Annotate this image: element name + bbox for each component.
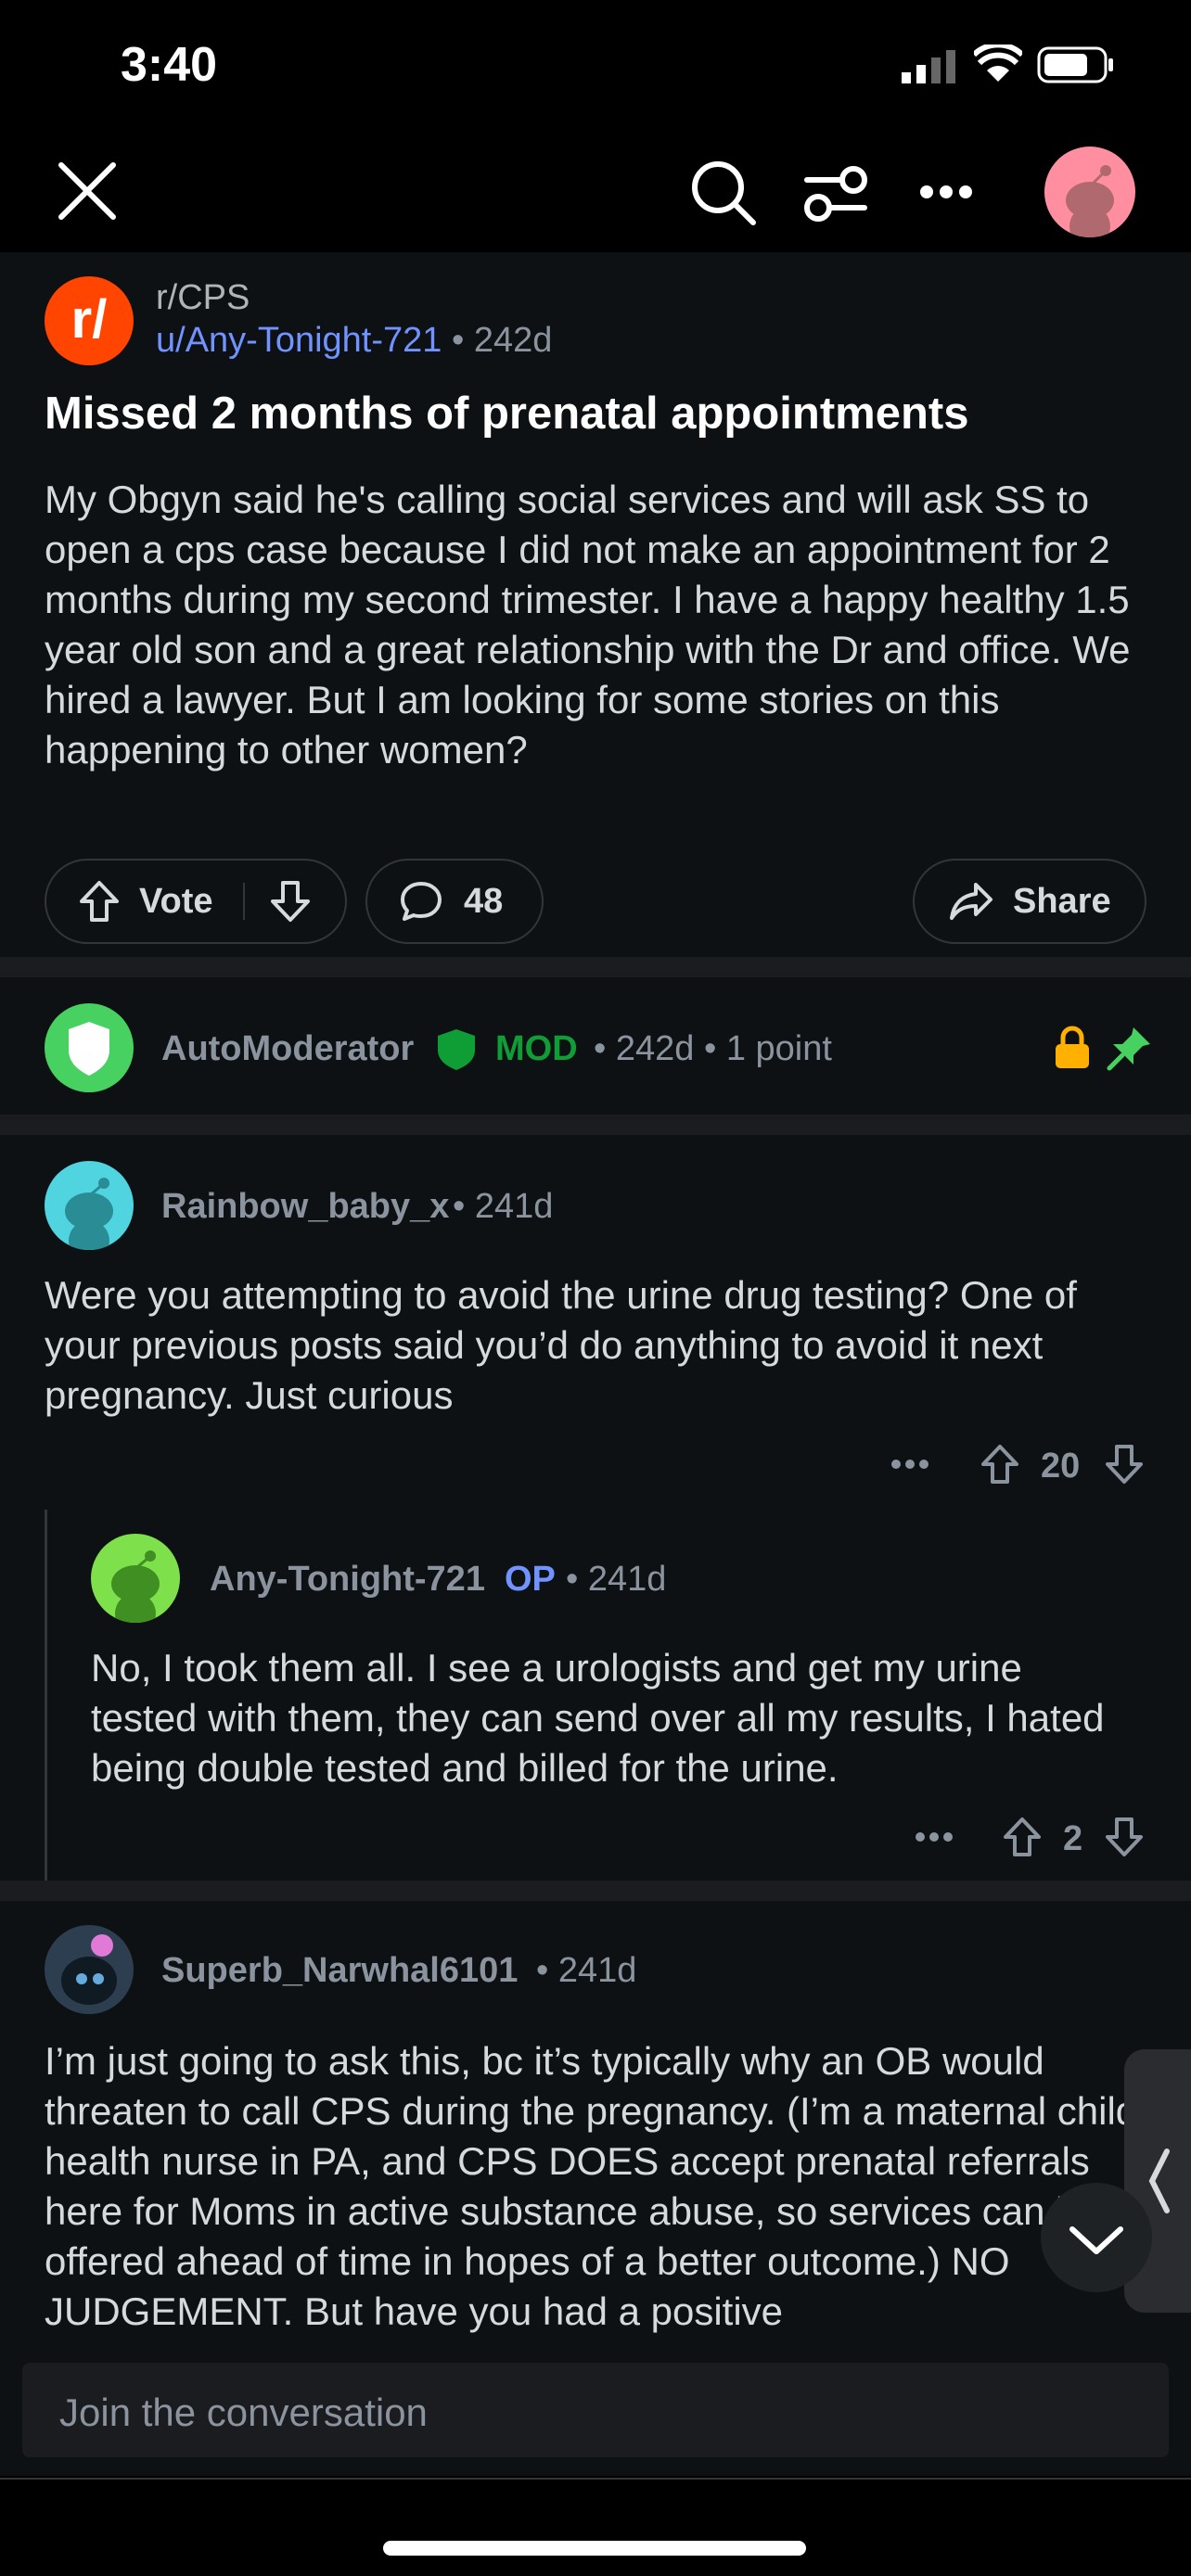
battery-icon [1037,46,1115,83]
post-title: Missed 2 months of prenatal appointments [45,389,969,439]
wifi-icon [971,42,1025,83]
comment-text-clip: I’m just going to ask this, bc it’s typi… [45,2036,1148,2333]
comments-button[interactable]: 48 [365,859,544,944]
comment-more-icon[interactable] [890,1458,929,1471]
status-time: 3:40 [121,38,218,92]
thread-line[interactable] [45,1510,47,1881]
upvote-icon[interactable] [1002,1816,1043,1858]
reply-username[interactable]: Any-Tonight-721 [210,1560,485,1600]
reply-meta: • 241d [566,1560,667,1599]
reply-score: 2 [1063,1819,1083,1858]
automod-avatar[interactable] [45,1003,134,1092]
comment-avatar[interactable] [45,1925,134,2014]
more-options-icon[interactable] [918,184,974,200]
composer-bottom-line [0,2478,1191,2480]
vote-pill: Vote [45,859,347,944]
post-age: 242d [473,321,553,360]
comment-age: 241d [474,1187,554,1226]
share-icon [948,881,994,922]
reply-text: No, I took them all. I see a urologists … [91,1646,1105,1790]
mod-badge: MOD [495,1029,578,1068]
user-avatar-icon[interactable] [1044,147,1135,237]
section-divider [0,1881,1191,1901]
upvote-icon[interactable] [980,1443,1020,1486]
post-author-line: u/Any-Tonight-721 • 242d [156,321,553,360]
reply-age: 241d [587,1560,667,1599]
downvote-icon[interactable] [1104,1816,1145,1858]
sort-filter-icon[interactable] [803,163,868,224]
comment-username[interactable]: Superb_Narwhal6101 [161,1951,518,1991]
lock-icon [1054,1026,1091,1070]
comment-text: Were you attempting to avoid the urine d… [45,1273,1077,1417]
comment-icon [399,880,443,923]
vote-label: Vote [139,881,213,921]
reply-avatar[interactable] [91,1534,180,1623]
home-indicator[interactable] [383,2541,806,2556]
automod-age: 242d [615,1029,695,1068]
comment-meta: • 241d [453,1187,554,1226]
automod-points: 1 point [725,1029,832,1068]
vote-divider [242,883,245,920]
downvote-icon[interactable] [269,879,312,924]
comment-avatar[interactable] [45,1161,134,1250]
jump-down-button[interactable] [1041,2183,1152,2292]
comment-username[interactable]: Rainbow_baby_x [161,1187,449,1227]
section-divider [0,1115,1191,1135]
comment-score: 20 [1041,1447,1081,1486]
op-badge: OP [505,1560,556,1599]
comment-input-placeholder: Join the conversation [59,2391,428,2434]
upvote-icon[interactable] [78,879,121,924]
subreddit-icon[interactable]: r/ [45,276,134,365]
comment-meta: • 241d [536,1951,637,1990]
post-author[interactable]: u/Any-Tonight-721 [156,321,442,360]
mod-shield-icon [436,1027,477,1070]
signal-icon [902,48,955,83]
close-icon[interactable] [58,161,117,221]
automod-meta: • 242d • 1 point [594,1029,832,1068]
share-label: Share [1013,881,1111,921]
downvote-icon[interactable] [1104,1443,1145,1486]
comment-age: 241d [557,1951,637,1990]
comment-more-icon[interactable] [915,1830,954,1843]
section-divider [0,957,1191,977]
post-body: My Obgyn said he's calling social servic… [45,478,1131,772]
pin-icon [1106,1024,1154,1072]
search-icon[interactable] [690,159,757,226]
comment-count: 48 [464,881,504,921]
svg-text:r/: r/ [71,289,108,350]
comment-text: I’m just going to ask this, bc it’s typi… [45,2039,1138,2333]
subreddit-name[interactable]: r/CPS [156,278,250,318]
share-button[interactable]: Share [913,859,1146,944]
automod-username[interactable]: AutoModerator [161,1029,414,1069]
